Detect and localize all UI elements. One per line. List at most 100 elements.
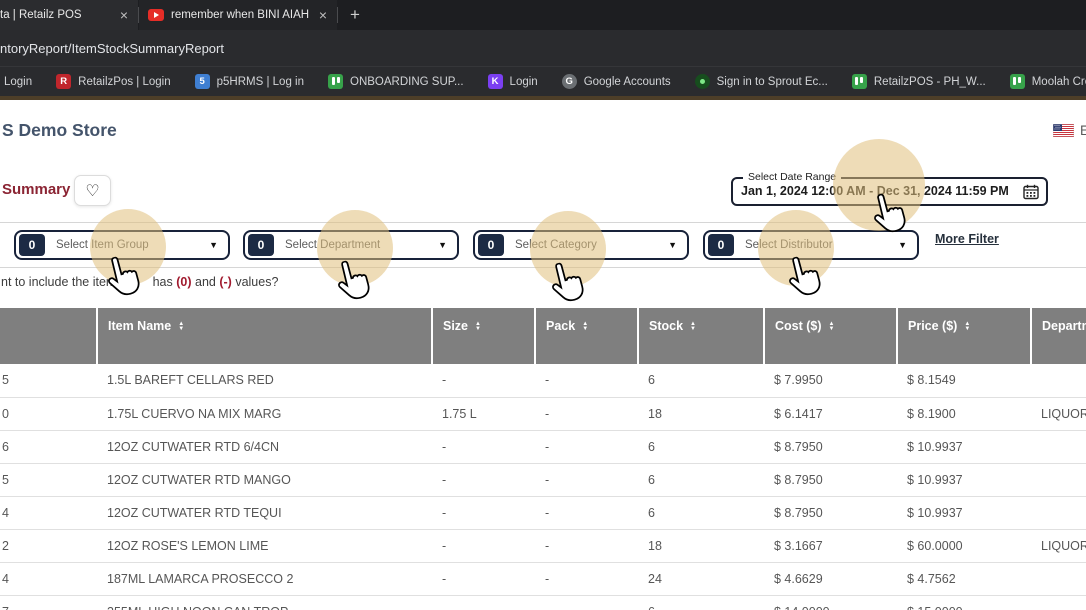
column-label: Size xyxy=(443,319,468,333)
question-text: and xyxy=(192,275,220,289)
cell-department: LIQUOR xyxy=(1031,397,1086,430)
column-label: Price ($) xyxy=(908,319,957,333)
trello-icon xyxy=(1010,74,1025,89)
distributor-dropdown[interactable]: 0 Select Distributor ▼ xyxy=(703,230,919,260)
cell-item-name: 1.5L BAREFT CELLARS RED xyxy=(97,364,432,397)
cell-item-name: 12OZ CUTWATER RTD TEQUI xyxy=(97,496,432,529)
bookmark-item[interactable]: Login xyxy=(4,76,32,88)
bookmark-item[interactable]: R RetailzPos | Login xyxy=(56,74,170,89)
bookmark-item[interactable]: ONBOARDING SUP... xyxy=(328,74,464,89)
more-filter-link[interactable]: More Filter xyxy=(935,232,999,246)
p5-icon: 5 xyxy=(195,74,210,89)
cell-pack: - xyxy=(535,496,638,529)
question-text: has xyxy=(153,275,177,289)
bookmark-item[interactable]: Sign in to Sprout Ec... xyxy=(695,74,828,89)
tab-retailz-pos[interactable]: ta | Retailz POS × xyxy=(0,0,138,30)
retailz-icon: R xyxy=(56,74,71,89)
sort-icon[interactable]: ▲▼ xyxy=(964,322,970,332)
column-header-pack[interactable]: Pack▲▼ xyxy=(535,308,638,364)
date-range-field[interactable]: Select Date Range Jan 1, 2024 12:00 AM -… xyxy=(731,177,1048,206)
sort-icon[interactable]: ▲▼ xyxy=(178,322,184,332)
column-header-department[interactable]: Department▲▼ xyxy=(1031,308,1086,364)
table-row[interactable]: 51.5L BAREFT CELLARS RED--6$ 7.9950$ 8.1… xyxy=(0,364,1086,397)
cell-pack: - xyxy=(535,430,638,463)
cell-price: $ 15.0000 xyxy=(897,595,1031,610)
cell-stock: 6 xyxy=(638,496,764,529)
column-header-size[interactable]: Size ▲▼ xyxy=(432,308,535,364)
cell-cost: $ 4.6629 xyxy=(764,562,897,595)
sort-icon[interactable]: ▲▼ xyxy=(582,322,588,332)
item-group-dropdown[interactable]: 0 Select Item Group ▼ xyxy=(14,230,230,260)
cell-size: - xyxy=(432,562,535,595)
sort-icon[interactable]: ▲▼ xyxy=(829,322,835,332)
column-header-item-name[interactable]: Item Name▲▼ xyxy=(97,308,432,364)
dropdown-label: Select Category xyxy=(515,239,597,251)
table-row[interactable]: 512OZ CUTWATER RTD MANGO--6$ 8.7950$ 10.… xyxy=(0,463,1086,496)
cell-size: 1.75 L xyxy=(432,397,535,430)
table-body: 51.5L BAREFT CELLARS RED--6$ 7.9950$ 8.1… xyxy=(0,364,1086,610)
column-header-cost[interactable]: Cost ($)▲▼ xyxy=(764,308,897,364)
bookmark-label: p5HRMS | Log in xyxy=(217,76,304,88)
table-row[interactable]: 01.75L CUERVO NA MIX MARG1.75 L-18$ 6.14… xyxy=(0,397,1086,430)
table-row[interactable]: 4187ML LAMARCA PROSECCO 2--24$ 4.6629$ 4… xyxy=(0,562,1086,595)
dropdown-label: Select Department xyxy=(285,239,380,251)
table-row[interactable]: 612OZ CUTWATER RTD 6/4CN--6$ 8.7950$ 10.… xyxy=(0,430,1086,463)
table-row[interactable]: 212OZ ROSE'S LEMON LIME--18$ 3.1667$ 60.… xyxy=(0,529,1086,562)
column-header-stock[interactable]: Stock▲▼ xyxy=(638,308,764,364)
bookmark-label: Sign in to Sprout Ec... xyxy=(717,76,828,88)
sort-icon[interactable]: ▲▼ xyxy=(690,322,696,332)
cell-cost: $ 7.9950 xyxy=(764,364,897,397)
bookmark-item[interactable]: 5 p5HRMS | Log in xyxy=(195,74,304,89)
cell-price: $ 10.9937 xyxy=(897,496,1031,529)
bookmark-item[interactable]: RetailzPOS - PH_W... xyxy=(852,74,986,89)
cell-cost: $ 6.1417 xyxy=(764,397,897,430)
cell-item-name: 187ML LAMARCA PROSECCO 2 xyxy=(97,562,432,595)
cell-stock: 6 xyxy=(638,430,764,463)
tab-youtube[interactable]: remember when BINI AIAH did × xyxy=(139,0,337,30)
cell-stock: 24 xyxy=(638,562,764,595)
bookmark-item[interactable]: Moolah Credentials... xyxy=(1010,74,1086,89)
cell-stock: 18 xyxy=(638,529,764,562)
calendar-icon[interactable] xyxy=(1023,184,1039,200)
question-text: nt to include the items xyxy=(1,275,123,289)
k-icon: K xyxy=(488,74,503,89)
tab-close-icon[interactable]: × xyxy=(311,7,337,23)
report-title: Summary xyxy=(2,181,70,198)
category-dropdown[interactable]: 0 Select Category ▼ xyxy=(473,230,689,260)
bookmark-item[interactable]: K Login xyxy=(488,74,538,89)
bookmark-label: Login xyxy=(510,76,538,88)
chevron-down-icon: ▼ xyxy=(438,240,447,250)
bookmark-label: Login xyxy=(4,76,32,88)
include-zero-question: nt to include the itemshas (0) and (-) v… xyxy=(1,275,278,289)
question-text: values? xyxy=(232,275,279,289)
cell-item-code: 5 xyxy=(0,364,97,397)
cell-cost: $ 8.7950 xyxy=(764,496,897,529)
cell-department xyxy=(1031,364,1086,397)
favorite-button[interactable]: ♡ xyxy=(74,175,111,206)
url-text: ntoryReport/ItemStockSummaryReport xyxy=(0,41,224,56)
address-bar[interactable]: ntoryReport/ItemStockSummaryReport xyxy=(0,30,1086,66)
column-header-price[interactable]: Price ($) ▲▼ xyxy=(897,308,1031,364)
new-tab-button[interactable]: + xyxy=(338,5,372,25)
negative-value: (-) xyxy=(219,275,232,289)
language-selector[interactable]: E xyxy=(1053,123,1086,138)
cell-stock: 18 xyxy=(638,397,764,430)
cell-item-name: 355ML HIGH NOON CAN TROP xyxy=(97,595,432,610)
bookmark-label: RetailzPos | Login xyxy=(78,76,170,88)
tab-title: remember when BINI AIAH did xyxy=(171,9,311,21)
youtube-icon xyxy=(148,9,164,21)
table-row[interactable]: 412OZ CUTWATER RTD TEQUI--6$ 8.7950$ 10.… xyxy=(0,496,1086,529)
bookmark-item[interactable]: GGoogle Accounts xyxy=(562,74,671,89)
tab-close-icon[interactable]: × xyxy=(112,7,138,23)
table-row[interactable]: 7355ML HIGH NOON CAN TROP--6$ 14.0000$ 1… xyxy=(0,595,1086,610)
cell-department xyxy=(1031,463,1086,496)
cell-pack: - xyxy=(535,397,638,430)
trello-icon xyxy=(852,74,867,89)
page-content: S Demo Store E Summary ♡ xyxy=(0,100,1086,610)
count-badge: 0 xyxy=(478,234,504,256)
google-icon: G xyxy=(562,74,577,89)
bookmarks-bar: Login R RetailzPos | Login 5 p5HRMS | Log in… xyxy=(0,66,1086,96)
sort-icon[interactable]: ▲▼ xyxy=(475,322,481,332)
us-flag-icon xyxy=(1053,124,1074,137)
department-dropdown[interactable]: 0 Select Department ▼ xyxy=(243,230,459,260)
